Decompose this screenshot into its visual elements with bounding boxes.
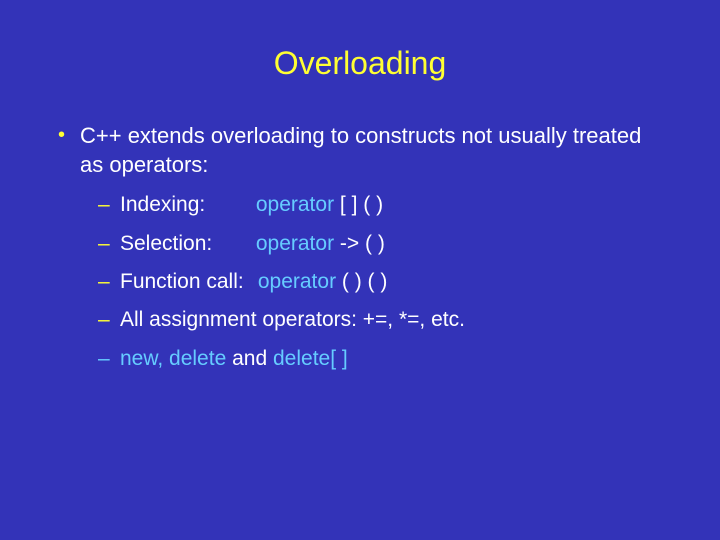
page-title: Overloading bbox=[50, 45, 670, 82]
list-item-function-call: Function call: operator ( ) ( ) bbox=[120, 268, 670, 296]
keyword-operator: operator bbox=[256, 193, 334, 216]
item-label: Indexing: bbox=[120, 191, 250, 219]
main-bullet: C++ extends overloading to constructs no… bbox=[80, 122, 670, 179]
keyword-operator: operator bbox=[256, 232, 334, 255]
item-label: Function call: bbox=[120, 268, 252, 296]
list-item-assignment: All assignment operators: +=, *=, etc. bbox=[120, 306, 670, 334]
list-item-indexing: Indexing: operator [ ] ( ) bbox=[120, 191, 670, 219]
list-item-new-delete: new, delete and delete[ ] bbox=[120, 345, 670, 373]
text-and: and bbox=[226, 347, 273, 370]
item-suffix: [ ] ( ) bbox=[334, 193, 383, 216]
item-suffix: ( ) ( ) bbox=[336, 270, 387, 293]
item-label: Selection: bbox=[120, 230, 250, 258]
list-item-selection: Selection: operator -> ( ) bbox=[120, 230, 670, 258]
item-suffix: -> ( ) bbox=[334, 232, 385, 255]
keyword-new-delete: new, delete bbox=[120, 347, 226, 370]
sub-list: Indexing: operator [ ] ( ) Selection: op… bbox=[120, 191, 670, 373]
keyword-delete-array: delete[ ] bbox=[273, 347, 348, 370]
keyword-operator: operator bbox=[258, 270, 336, 293]
slide: Overloading C++ extends overloading to c… bbox=[0, 0, 720, 540]
